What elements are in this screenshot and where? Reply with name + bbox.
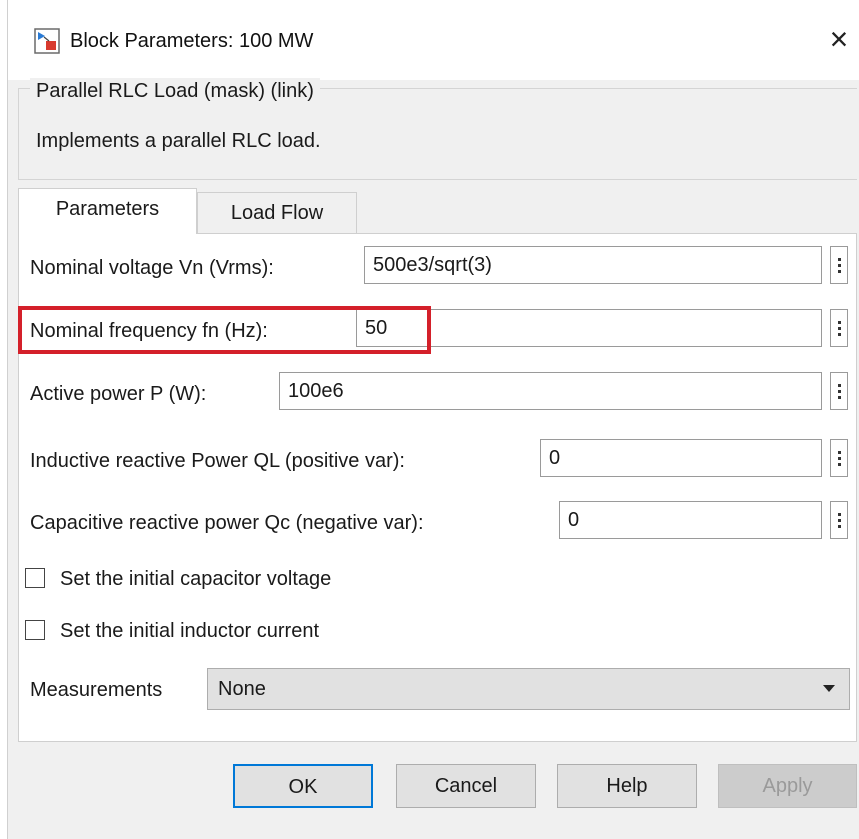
capacitor-voltage-checkbox[interactable] bbox=[25, 568, 45, 588]
capacitive-power-more-icon[interactable] bbox=[830, 501, 848, 539]
measurements-selected-value: None bbox=[218, 678, 266, 700]
mask-type-title: Parallel RLC Load (mask) (link) bbox=[30, 78, 320, 104]
close-icon[interactable]: × bbox=[822, 22, 856, 58]
active-power-field[interactable]: 100e6 bbox=[279, 372, 822, 410]
capacitor-voltage-label: Set the initial capacitor voltage bbox=[60, 568, 332, 590]
inductive-power-more-icon[interactable] bbox=[830, 439, 848, 477]
active-power-more-icon[interactable] bbox=[830, 372, 848, 410]
ok-button[interactable]: OK bbox=[233, 764, 373, 808]
help-button[interactable]: Help bbox=[557, 764, 697, 808]
chevron-down-icon bbox=[823, 685, 835, 692]
highlight-box bbox=[18, 306, 431, 354]
inductor-current-label: Set the initial inductor current bbox=[60, 620, 320, 642]
mask-description: Implements a parallel RLC load. bbox=[36, 130, 321, 152]
simulink-block-icon bbox=[34, 28, 60, 54]
nominal-frequency-more-icon[interactable] bbox=[830, 309, 848, 347]
nominal-voltage-more-icon[interactable] bbox=[830, 246, 848, 284]
capacitive-power-field[interactable]: 0 bbox=[559, 501, 822, 539]
apply-button[interactable]: Apply bbox=[718, 764, 857, 808]
capacitive-power-label: Capacitive reactive power Qc (negative v… bbox=[30, 512, 424, 534]
inductor-current-checkbox[interactable] bbox=[25, 620, 45, 640]
inductive-power-label: Inductive reactive Power QL (positive va… bbox=[30, 450, 405, 472]
window-title: Block Parameters: 100 MW bbox=[70, 30, 314, 52]
tab-load-flow[interactable]: Load Flow bbox=[197, 192, 357, 234]
window-left-border bbox=[0, 0, 8, 839]
nominal-voltage-field[interactable]: 500e3/sqrt(3) bbox=[364, 246, 822, 284]
active-power-label: Active power P (W): bbox=[30, 383, 207, 405]
cancel-button[interactable]: Cancel bbox=[396, 764, 536, 808]
tab-parameters[interactable]: Parameters bbox=[18, 188, 197, 234]
measurements-label: Measurements bbox=[30, 679, 163, 701]
nominal-voltage-label: Nominal voltage Vn (Vrms): bbox=[30, 257, 274, 279]
inductive-power-field[interactable]: 0 bbox=[540, 439, 822, 477]
measurements-dropdown[interactable]: None bbox=[207, 668, 850, 710]
